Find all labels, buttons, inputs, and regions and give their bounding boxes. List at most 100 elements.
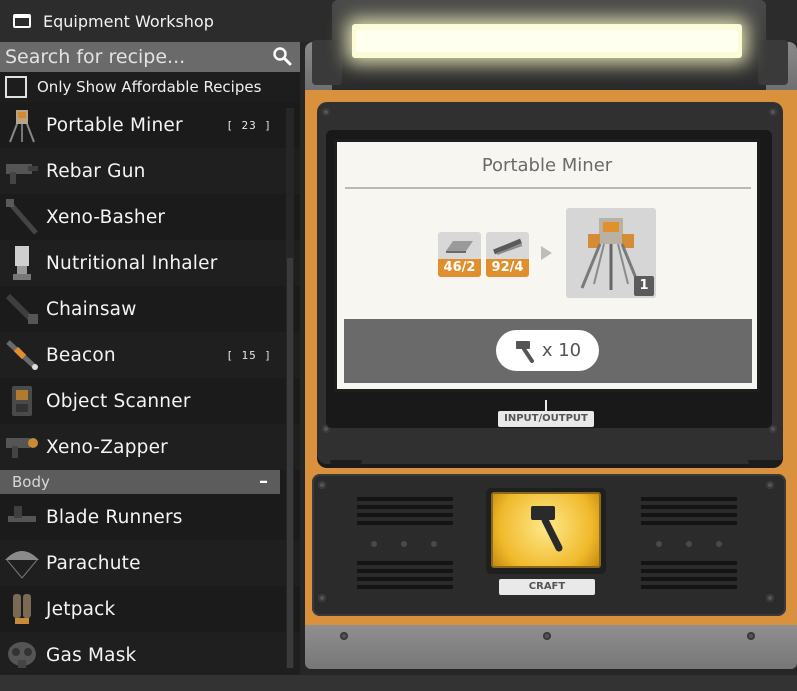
vent-slot [641,577,737,581]
screw [766,594,774,602]
recipe-panel: Only Show Affordable Recipes Portable Mi… [0,42,300,675]
craft-label: CRAFT [499,579,595,595]
recipe-item-xeno-zapper[interactable]: Xeno-Zapper [0,424,300,470]
screw [318,594,326,602]
product-slot[interactable]: 1 [566,208,656,298]
indicator-dot [371,541,377,547]
hammer-icon [515,340,534,363]
recipe-name: Blade Runners [46,506,183,528]
chainsaw-icon [3,288,41,330]
recipe-name: Parachute [46,552,141,574]
vent-slot [641,561,737,565]
vent-slot [641,505,737,509]
recipe-title: Portable Miner [481,155,613,176]
indicator-dot [401,541,407,547]
bottom-strip [0,675,797,691]
window-icon [13,14,31,28]
recipe-name: Gas Mask [46,644,137,666]
recipe-name: Xeno-Zapper [46,436,168,458]
recipe-item-beacon[interactable]: Beacon [ 15 ] [0,332,300,378]
search-input[interactable] [0,42,300,72]
recipe-screen: Portable Miner 46/2 92/4 1 x 10 [334,139,760,392]
collapse-icon[interactable]: – [259,473,268,491]
recipe-count-badge: [ 15 ] [226,348,272,362]
product-count-badge: 1 [634,276,654,296]
craft-amount-pill[interactable]: x 10 [496,330,599,371]
recipe-item-object-scanner[interactable]: Object Scanner [0,378,300,424]
vent-slot [641,513,737,517]
hammer-icon [531,506,563,552]
vent-slot [641,569,737,573]
vent-slot [641,497,737,501]
ingredient-slot[interactable]: 46/2 [438,232,481,277]
inhaler-icon [3,242,41,284]
vent-slot [357,569,453,573]
recipe-item-jetpack[interactable]: Jetpack [0,586,300,632]
recipe-count-badge: [ 23 ] [226,118,272,132]
machine-bottom-plate [305,625,797,669]
vent-slot [357,585,453,589]
vent-slot [641,521,737,525]
vent-slot [357,513,453,517]
xeno-zapper-icon [3,426,41,468]
vent-slot [641,585,737,589]
screw [766,481,774,489]
craft-multiplier: x 10 [541,340,582,361]
screw [747,632,755,640]
recipe-name: Rebar Gun [46,160,146,182]
input-output-label: INPUT/OUTPUT [498,411,594,427]
vent-slot [357,505,453,509]
ingredient-quantity: 46/2 [438,259,481,277]
recipe-name: Nutritional Inhaler [46,252,218,274]
screw [322,108,330,116]
screw [340,632,348,640]
recipe-name: Jetpack [46,598,116,620]
affordable-checkbox[interactable] [5,76,27,98]
rebar-gun-icon [3,150,41,192]
arrow-right-icon [541,246,552,260]
screw [318,481,326,489]
indicator-dot [716,541,722,547]
recipe-item-blade-runners[interactable]: Blade Runners [0,494,300,540]
recipe-name: Beacon [46,344,116,366]
screen-foot-left [330,460,362,468]
beacon-icon [3,334,41,376]
recipe-item-xeno-basher[interactable]: Xeno-Basher [0,194,300,240]
window-title: Equipment Workshop [43,11,214,31]
affordable-filter[interactable]: Only Show Affordable Recipes [0,72,300,102]
vent-slot [357,561,453,565]
ingredient-slot[interactable]: 92/4 [486,232,529,277]
craft-button[interactable] [491,492,601,568]
jetpack-icon [3,588,41,630]
recipe-name: Xeno-Basher [46,206,166,228]
scrollbar-thumb[interactable] [287,258,293,668]
recipe-name: Chainsaw [46,298,137,320]
category-header-body[interactable]: Body – [0,470,280,494]
parachute-icon [3,542,41,584]
craft-amount-bar: x 10 [344,319,752,383]
search-bar [0,42,300,72]
ingredient-quantity: 92/4 [486,259,529,277]
recipe-item-gas-mask[interactable]: Gas Mask [0,632,300,675]
recipe-item-rebar-gun[interactable]: Rebar Gun [0,148,300,194]
recipe-item-nutritional-inhaler[interactable]: Nutritional Inhaler [0,240,300,286]
screen-foot-right [748,460,780,468]
lamp-bracket-left [312,40,342,85]
iron-rod-icon [493,238,523,255]
recipe-item-portable-miner[interactable]: Portable Miner [ 23 ] [0,102,300,148]
recipe-name: Portable Miner [46,114,183,136]
recipe-item-chainsaw[interactable]: Chainsaw [0,286,300,332]
blade-runners-icon [3,496,41,538]
gas-mask-icon [3,634,41,675]
scanner-icon [3,380,41,422]
magnifier-icon[interactable] [272,46,292,66]
lamp-bracket-right [758,40,788,85]
vent-slot [357,521,453,525]
affordable-filter-label: Only Show Affordable Recipes [37,78,262,96]
category-label: Body [12,473,50,491]
xeno-basher-icon [3,196,41,238]
iron-plate-icon [446,241,473,253]
indicator-dot [431,541,437,547]
vent-slot [357,577,453,581]
recipe-item-parachute[interactable]: Parachute [0,540,300,586]
